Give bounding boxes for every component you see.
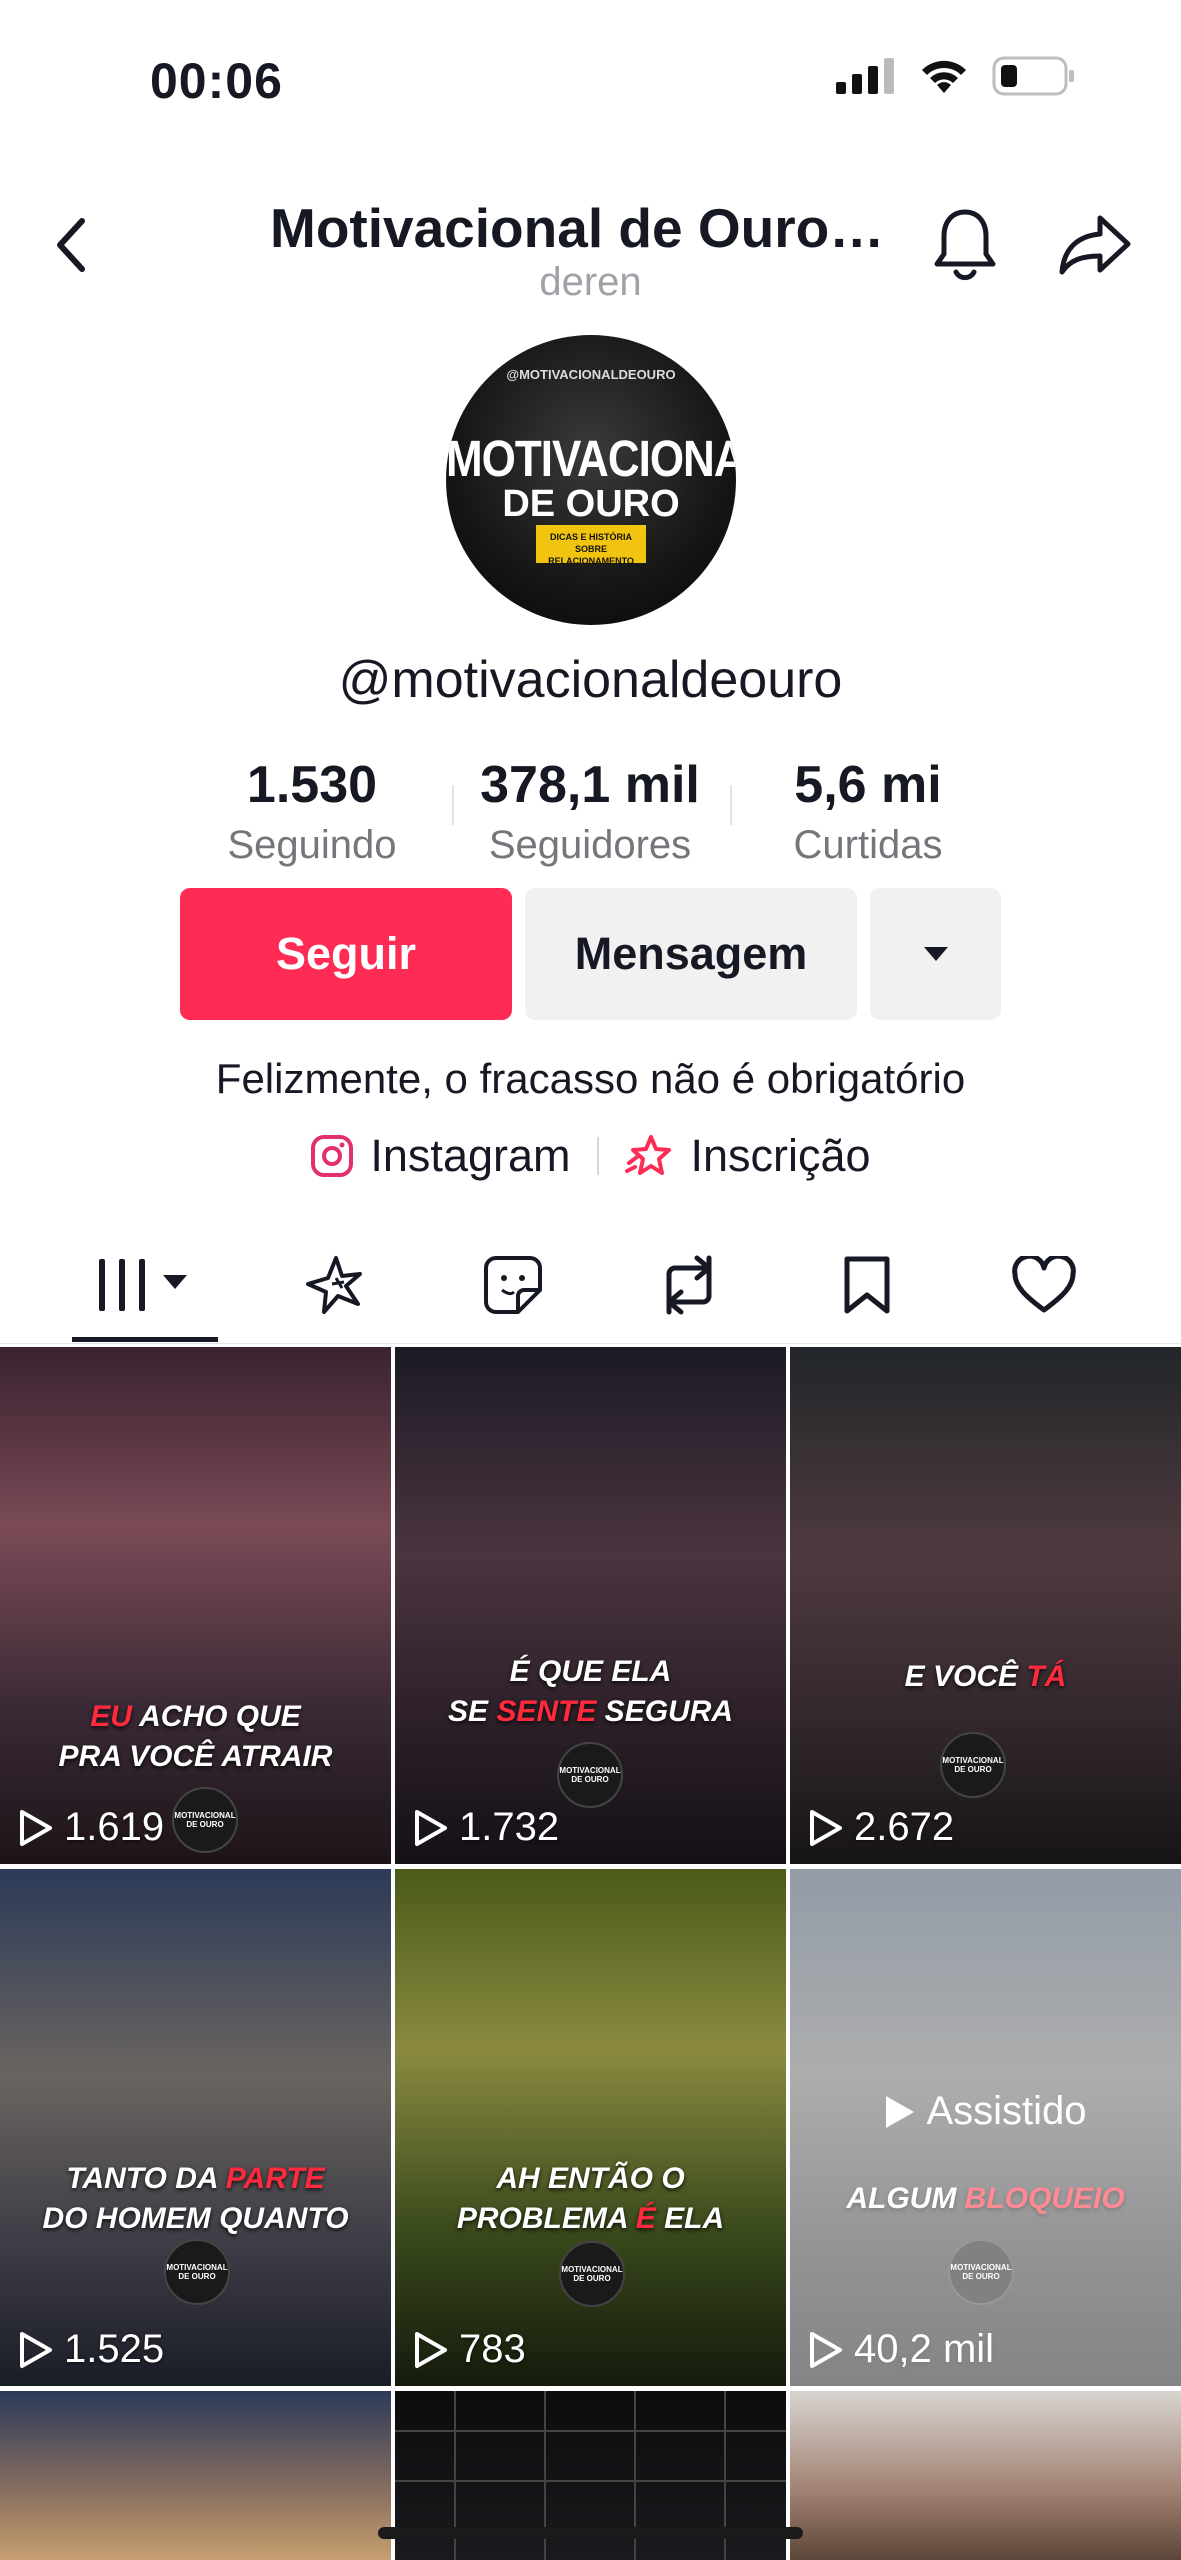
tab-reposts[interactable] [644, 1235, 734, 1335]
video-caption: E VOCÊ TÁ [904, 1660, 1067, 1693]
video-caption: É QUE ELA SE SENTE SEGURA [447, 1655, 734, 1728]
stat-followers-label: Seguidores [488, 823, 692, 867]
cellular-signal-icon [836, 58, 894, 94]
view-count: 1.732 [413, 1805, 559, 1850]
view-count: 1.619 [18, 1805, 164, 1850]
bookmark-icon [844, 1256, 890, 1314]
video-thumbnail[interactable] [0, 2391, 391, 2560]
profile-tabs [0, 1235, 1181, 1345]
play-icon [415, 2331, 447, 2368]
video-thumbnail[interactable]: AH ENTÃO O PROBLEMA É ELA MOTIVACIONAL DE… [395, 1869, 786, 2386]
channel-logo-watermark: MOTIVACIONAL DE OURO [559, 2241, 625, 2307]
video-thumbnail[interactable] [790, 2391, 1181, 2560]
video-thumbnail[interactable]: ALGUM BLOQUEIO MOTIVACIONAL DE OURO 40,2… [790, 1869, 1181, 2386]
tab-liked[interactable] [998, 1235, 1090, 1335]
stat-divider [730, 785, 732, 825]
play-icon [20, 2331, 52, 2368]
play-icon [20, 1809, 52, 1846]
watched-badge: Assistido [790, 2089, 1181, 2134]
heart-icon [1012, 1256, 1076, 1313]
view-count: 783 [413, 2327, 526, 2372]
instagram-icon [311, 1135, 354, 1177]
tabs-divider [0, 1343, 1181, 1344]
message-button[interactable]: Mensagem [525, 888, 857, 1020]
channel-logo-watermark: MOTIVACIONAL DE OURO [940, 1732, 1006, 1798]
sticker-icon [484, 1256, 542, 1314]
tab-highlights[interactable] [290, 1235, 380, 1335]
battery-icon [992, 56, 1074, 96]
tab-videos[interactable] [72, 1235, 218, 1335]
tab-saved[interactable] [822, 1235, 912, 1335]
avatar-badge: DICAS E HISTÓRIA SOBRE RELACIONAMENTO [536, 525, 646, 566]
channel-logo-watermark: MOTIVACIONAL DE OURO [557, 1742, 623, 1808]
profile-bio: Felizmente, o fracasso não é obrigatório [215, 1055, 966, 1102]
sparkle-icon [306, 1256, 362, 1314]
video-caption: AH ENTÃO O PROBLEMA É ELA [456, 2162, 725, 2235]
stat-following-value: 1.530 [246, 756, 378, 814]
subscription-link[interactable]: Inscrição [624, 1130, 871, 1182]
bell-icon [934, 209, 996, 281]
repost-icon [666, 1255, 712, 1315]
profile-name-title: Motivacional de Ouro… [270, 197, 885, 259]
video-caption: EU ACHO QUE PRA VOCÊ ATRAIR [58, 1700, 333, 1773]
view-count: 1.525 [18, 2327, 164, 2372]
tab-stickers[interactable] [468, 1235, 558, 1335]
stat-following[interactable]: 1.530 Seguindo [182, 755, 442, 868]
stat-following-label: Seguindo [227, 823, 397, 867]
status-time: 00:06 [150, 53, 283, 109]
links-divider [596, 1137, 599, 1175]
stat-likes[interactable]: 5,6 mi Curtidas [738, 755, 998, 868]
video-caption: TANTO DA PARTE DO HOMEM QUANTO [42, 2162, 349, 2235]
avatar-title-line1: MOTIVACIONAL [446, 431, 736, 488]
videos-grid-icon [99, 1259, 187, 1311]
stat-likes-value: 5,6 mi [794, 756, 942, 814]
video-thumbnail[interactable]: E VOCÊ TÁ MOTIVACIONAL DE OURO 2.672 [790, 1347, 1181, 1864]
stat-followers-value: 378,1 mil [480, 756, 700, 814]
view-count: 2.672 [808, 1805, 954, 1850]
instagram-link[interactable]: Instagram [310, 1130, 571, 1182]
video-thumbnail[interactable]: EU ACHO QUE PRA VOCÊ ATRAIR MOTIVACIONAL … [0, 1347, 391, 1864]
home-indicator [378, 2527, 803, 2539]
stat-likes-label: Curtidas [793, 823, 943, 867]
instagram-link-label: Instagram [370, 1130, 571, 1181]
share-button[interactable] [1050, 205, 1140, 285]
stat-followers[interactable]: 378,1 mil Seguidores [460, 755, 720, 868]
stat-divider [452, 785, 454, 825]
avatar[interactable]: @MOTIVACIONALDEOURO MOTIVACIONAL DE OURO… [446, 335, 736, 625]
profile-handle: @motivacionaldeouro [338, 651, 843, 709]
active-tab-indicator [72, 1337, 218, 1342]
video-thumbnail[interactable]: É QUE ELA SE SENTE SEGURA MOTIVACIONAL DE… [395, 1347, 786, 1864]
subscription-link-label: Inscrição [690, 1130, 871, 1181]
play-icon [810, 1809, 842, 1846]
caret-down-icon [923, 947, 948, 961]
follow-button[interactable]: Seguir [180, 888, 512, 1020]
channel-logo-watermark: MOTIVACIONAL DE OURO [164, 2239, 230, 2305]
profile-links: Instagram Inscrição [0, 1130, 1181, 1182]
channel-logo-watermark: MOTIVACIONAL DE OURO [172, 1787, 238, 1853]
avatar-title-line2: DE OURO [502, 483, 680, 525]
video-thumbnail[interactable]: TANTO DA PARTE DO HOMEM QUANTO MOTIVACION… [0, 1869, 391, 2386]
share-arrow-icon [1059, 215, 1131, 275]
notification-button[interactable] [925, 200, 1005, 290]
play-filled-icon [886, 2095, 915, 2128]
avatar-handle-text: @MOTIVACIONALDEOURO [506, 367, 676, 382]
more-options-button[interactable] [870, 888, 1001, 1020]
status-icons [836, 56, 1076, 96]
subscription-star-icon [624, 1135, 671, 1175]
play-icon [415, 1809, 447, 1846]
wifi-icon [922, 60, 966, 93]
